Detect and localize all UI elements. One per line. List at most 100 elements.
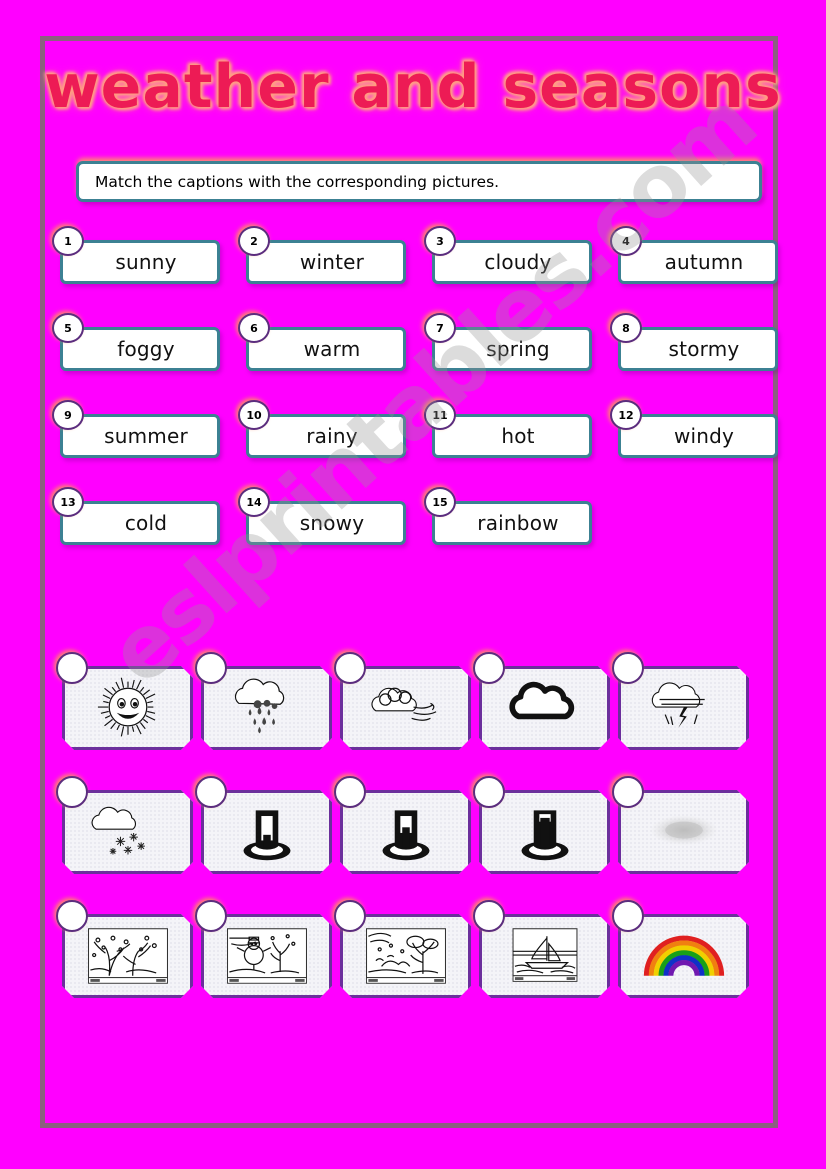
plain-cloud-icon (498, 675, 592, 741)
picture-answer-circle[interactable] (612, 900, 644, 932)
picture-card[interactable] (56, 900, 199, 998)
picture-answer-circle[interactable] (334, 652, 366, 684)
picture-card[interactable] (473, 776, 616, 874)
page-title-text: weather and seasons (44, 52, 782, 122)
picture-answer-circle[interactable] (473, 900, 505, 932)
word-card-number: 9 (52, 400, 84, 430)
sun-smiling-face-icon (81, 675, 175, 741)
word-card[interactable]: cold 13 (52, 487, 220, 545)
word-card[interactable]: rainy 10 (238, 400, 406, 458)
word-card[interactable]: stormy 8 (610, 313, 778, 371)
picture-card-grid (56, 652, 792, 1028)
word-card-label: cloudy (484, 250, 552, 274)
picture-answer-circle[interactable] (473, 776, 505, 808)
word-card-box[interactable]: summer (60, 414, 220, 458)
word-card-box[interactable]: rainy (246, 414, 406, 458)
picture-card[interactable] (334, 776, 477, 874)
word-card[interactable]: windy 12 (610, 400, 778, 458)
word-card-label: spring (486, 337, 550, 361)
rain-cloud-icon (220, 675, 314, 741)
thermometer-cold-icon (220, 799, 314, 865)
word-card-box[interactable]: autumn (618, 240, 778, 284)
picture-answer-circle[interactable] (56, 652, 88, 684)
word-card-label: autumn (664, 250, 744, 274)
picture-answer-circle[interactable] (195, 776, 227, 808)
word-card-label: cold (124, 511, 168, 535)
word-card-box[interactable]: cloudy (432, 240, 592, 284)
word-card[interactable]: cloudy 3 (424, 226, 592, 284)
picture-answer-circle[interactable] (56, 776, 88, 808)
word-card[interactable]: warm 6 (238, 313, 406, 371)
word-card[interactable]: sunny 1 (52, 226, 220, 284)
picture-card[interactable] (612, 776, 755, 874)
word-card[interactable]: rainbow 15 (424, 487, 592, 545)
word-card-number: 1 (52, 226, 84, 256)
thermometer-hot-icon (498, 799, 592, 865)
word-card-box[interactable]: sunny (60, 240, 220, 284)
word-card-box[interactable]: snowy (246, 501, 406, 545)
word-card[interactable]: snowy 14 (238, 487, 406, 545)
word-card[interactable]: summer 9 (52, 400, 220, 458)
winter-snowman-scene-icon (220, 923, 314, 989)
picture-card[interactable] (334, 652, 477, 750)
word-card-label: snowy (299, 511, 365, 535)
instruction-text: Match the captions with the correspondin… (95, 172, 500, 191)
word-card-label: sunny (115, 250, 177, 274)
picture-card[interactable] (195, 776, 338, 874)
word-card-box[interactable]: winter (246, 240, 406, 284)
picture-answer-circle[interactable] (473, 652, 505, 684)
picture-answer-circle[interactable] (612, 652, 644, 684)
word-card-row: summer 9 rainy 10 hot 11 windy 12 (52, 400, 790, 493)
picture-card[interactable] (612, 900, 755, 998)
word-card[interactable]: hot 11 (424, 400, 592, 458)
word-card-row: sunny 1 winter 2 cloudy 3 autumn 4 (52, 226, 790, 319)
word-card-grid: sunny 1 winter 2 cloudy 3 autumn 4 foggy 5 warm 6 sp… (52, 226, 790, 580)
word-card-box[interactable]: spring (432, 327, 592, 371)
word-card-box[interactable]: foggy (60, 327, 220, 371)
picture-answer-circle[interactable] (334, 776, 366, 808)
word-card-box[interactable]: hot (432, 414, 592, 458)
word-card[interactable]: winter 2 (238, 226, 406, 284)
picture-card-row (56, 652, 792, 780)
picture-answer-circle[interactable] (56, 900, 88, 932)
word-card-box[interactable]: windy (618, 414, 778, 458)
spring-blossom-scene-icon (81, 923, 175, 989)
picture-card[interactable] (56, 776, 199, 874)
word-card[interactable]: autumn 4 (610, 226, 778, 284)
picture-card[interactable] (473, 900, 616, 998)
thermometer-warm-icon (359, 799, 453, 865)
word-card-label: hot (501, 424, 535, 448)
word-card-number: 15 (424, 487, 456, 517)
word-card-box[interactable]: stormy (618, 327, 778, 371)
snow-cloud-icon (81, 799, 175, 865)
word-card-number: 8 (610, 313, 642, 343)
picture-card-row (56, 776, 792, 904)
picture-card[interactable] (56, 652, 199, 750)
picture-answer-circle[interactable] (612, 776, 644, 808)
rainbow-icon (637, 923, 731, 989)
picture-card[interactable] (473, 652, 616, 750)
storm-lightning-cloud-icon (637, 675, 731, 741)
picture-card[interactable] (195, 900, 338, 998)
picture-card[interactable] (334, 900, 477, 998)
word-card-number: 4 (610, 226, 642, 256)
word-card-label: summer (104, 424, 188, 448)
word-card[interactable]: spring 7 (424, 313, 592, 371)
word-card-label: foggy (117, 337, 175, 361)
word-card-number: 3 (424, 226, 456, 256)
word-card-box[interactable]: rainbow (432, 501, 592, 545)
word-card-box[interactable]: cold (60, 501, 220, 545)
picture-answer-circle[interactable] (334, 900, 366, 932)
word-card-number: 2 (238, 226, 270, 256)
word-card-label: rainy (306, 424, 358, 448)
word-card-number: 11 (424, 400, 456, 430)
word-card-box[interactable]: warm (246, 327, 406, 371)
word-card-number: 10 (238, 400, 270, 430)
word-card[interactable]: foggy 5 (52, 313, 220, 371)
picture-answer-circle[interactable] (195, 900, 227, 932)
picture-card[interactable] (195, 652, 338, 750)
word-card-label: windy (673, 424, 735, 448)
summer-sailboat-scene-icon (498, 923, 592, 989)
picture-card[interactable] (612, 652, 755, 750)
picture-answer-circle[interactable] (195, 652, 227, 684)
